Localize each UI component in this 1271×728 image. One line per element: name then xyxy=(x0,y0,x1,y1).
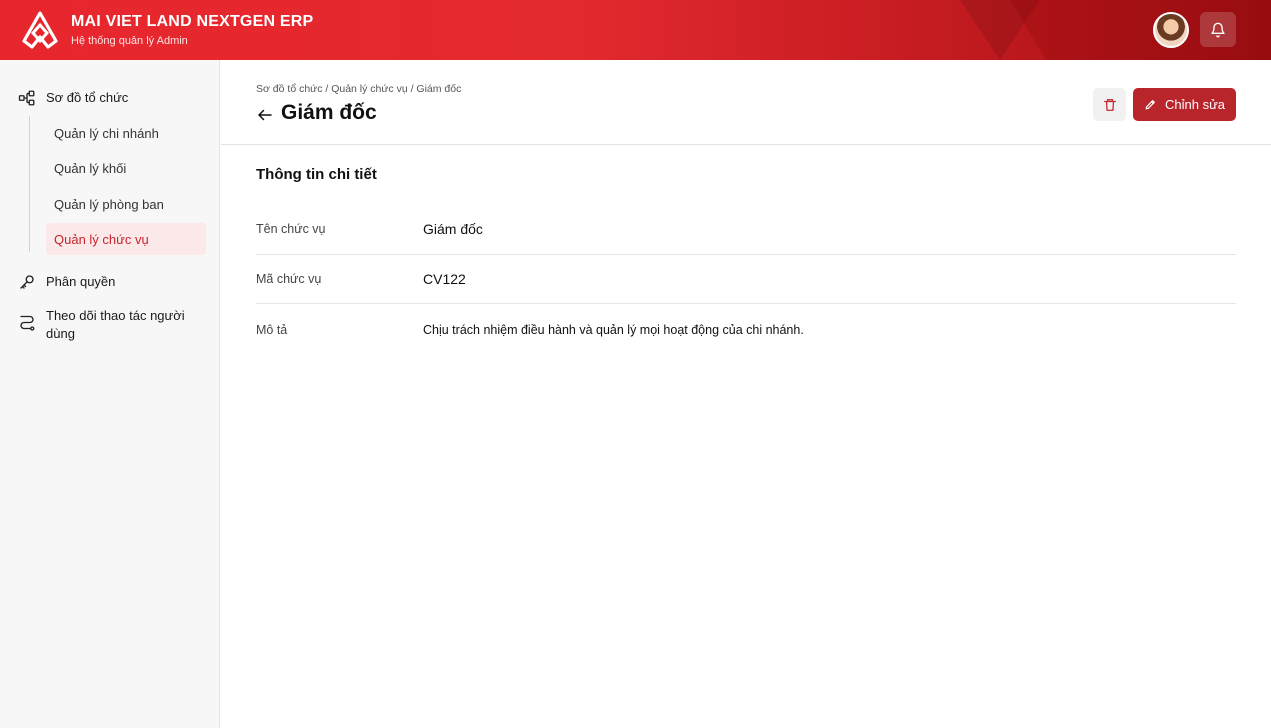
triangle-logo-icon[interactable] xyxy=(22,11,58,49)
org-chart-icon xyxy=(18,90,35,106)
page-title: Giám đốc xyxy=(281,101,377,124)
notification-button[interactable] xyxy=(1200,12,1236,47)
sidebar-subitem-label: Quản lý khối xyxy=(54,160,127,176)
back-arrow-icon[interactable] xyxy=(256,106,274,124)
submenu-guide-line xyxy=(29,116,30,252)
trash-icon xyxy=(1103,98,1116,111)
app-subtitle: Hệ thống quản lý Admin xyxy=(71,35,188,47)
sidebar-subitem-label: Quản lý chức vụ xyxy=(54,231,149,247)
header-divider xyxy=(221,144,1271,145)
sidebar-item-branches[interactable]: Quản lý chi nhánh xyxy=(46,117,206,149)
route-icon xyxy=(20,315,35,331)
sidebar-item-permissions[interactable]: Phân quyền xyxy=(18,273,196,291)
delete-button[interactable] xyxy=(1093,88,1126,121)
sidebar-item-label: Sơ đồ tổ chức xyxy=(46,90,129,105)
sidebar-item-positions[interactable]: Quản lý chức vụ xyxy=(46,223,206,255)
edit-button[interactable]: Chỉnh sửa xyxy=(1133,88,1236,121)
sidebar-item-departments[interactable]: Quản lý phòng ban xyxy=(46,188,206,220)
sidebar-item-user-tracking[interactable]: Theo dõi thao tác người dùng xyxy=(18,307,196,343)
bell-icon xyxy=(1211,22,1225,37)
breadcrumb: Sơ đồ tổ chức / Quản lý chức vụ / Giám đ… xyxy=(256,83,462,95)
field-label-description: Mô tả xyxy=(256,323,288,337)
key-icon xyxy=(20,275,34,289)
field-value-position-code: CV122 xyxy=(423,271,466,287)
field-label-position-code: Mã chức vụ xyxy=(256,272,322,286)
pencil-icon xyxy=(1145,100,1155,110)
edit-button-label: Chỉnh sửa xyxy=(1164,97,1225,112)
row-divider xyxy=(256,303,1236,304)
field-value-position-name: Giám đốc xyxy=(423,221,483,237)
sidebar-subitem-label: Quản lý chi nhánh xyxy=(54,125,159,141)
section-title: Thông tin chi tiết xyxy=(256,166,377,183)
user-avatar[interactable] xyxy=(1153,12,1189,48)
sidebar-item-blocks[interactable]: Quản lý khối xyxy=(46,152,206,184)
field-value-description: Chịu trách nhiệm điều hành và quản lý mọ… xyxy=(423,323,804,337)
row-divider xyxy=(256,254,1236,255)
sidebar-item-org-chart[interactable]: Sơ đồ tổ chức xyxy=(18,89,196,107)
field-label-position-name: Tên chức vụ xyxy=(256,222,326,236)
sidebar-subitem-label: Quản lý phòng ban xyxy=(54,196,164,212)
sidebar-item-label: Theo dõi thao tác người dùng xyxy=(46,308,185,341)
app-title: MAI VIET LAND NEXTGEN ERP xyxy=(71,13,314,30)
sidebar-item-label: Phân quyền xyxy=(46,274,116,289)
